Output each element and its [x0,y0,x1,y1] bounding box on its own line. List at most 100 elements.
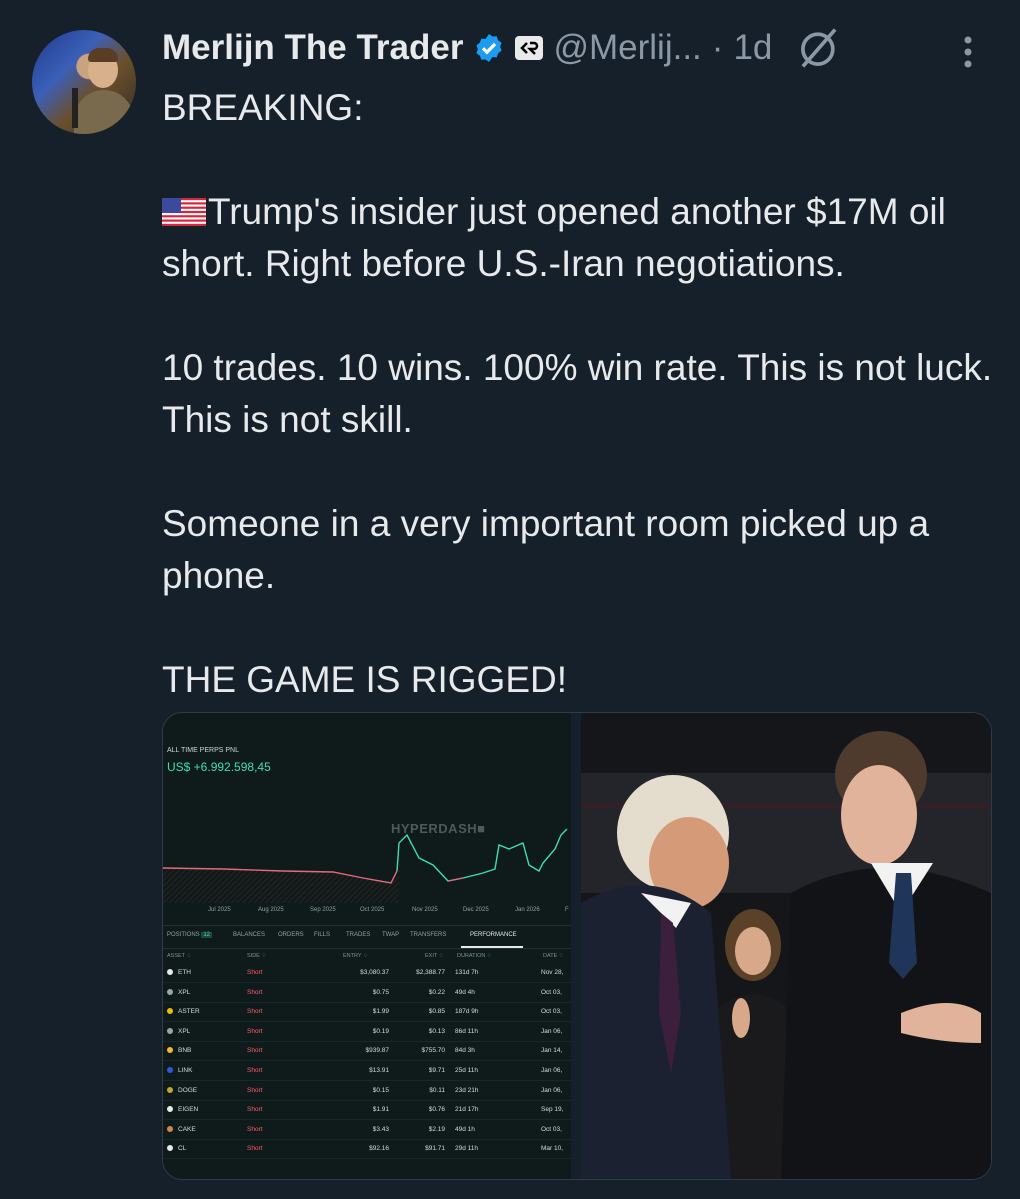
text-paragraph-insider: Trump's insider just opened another $17M… [162,186,1002,290]
text-line-breaking: BREAKING: [162,87,364,128]
coin-icon [167,1125,173,1132]
author-handle[interactable]: @Merlij... [553,28,701,68]
axis-month-4: Oct 2025 [360,907,385,913]
tweet[interactable]: Merlijn The Trader @Merlij... · 1d BREAK… [0,0,1020,1199]
tab-performance[interactable]: PERFORMANCE [470,932,517,938]
table-row[interactable]: CL Short $92.16 $91.71 29d 11h Mar 10, [163,1139,571,1160]
coin-icon [167,969,173,975]
cell-exit: $0.76 [428,1106,445,1114]
cell-side: Short [247,1008,263,1016]
post-time[interactable]: 1d [733,28,772,68]
cell-side: Short [247,1086,263,1094]
cell-duration: 86d 11h [455,1027,479,1035]
table-row[interactable]: ETH Short $3,080.37 $2,388.77 131d 7h Nov 28, [163,963,571,983]
table-row[interactable]: CAKE Short $3.43 $2.19 49d 1h Oct 03, [163,1120,571,1140]
cell-entry: $1.91 [372,1106,389,1114]
coin-icon [167,988,173,995]
cell-asset: ASTER [167,1008,200,1015]
table-row[interactable]: XPL Short $0.75 $0.22 49d 4h Oct 03, [163,983,571,1003]
cell-side: Short [247,1106,263,1114]
cell-date: Jan 06, [541,1027,563,1035]
pnl-line-negative-2 [447,877,464,882]
cell-exit: $2.19 [428,1125,445,1133]
author-avatar[interactable] [32,30,136,134]
cell-duration: 84d 3h [455,1047,475,1055]
cell-entry: $1.99 [372,1008,389,1016]
table-row[interactable]: DOGE Short $0.15 $0.11 23d 21h Jan 06, [163,1081,571,1101]
cell-entry: $92.16 [369,1145,389,1153]
cell-exit: $91.71 [425,1145,445,1153]
tweet-media[interactable]: ALL TIME PERPS PNL US$ +6.992.598,45 HYP… [162,712,992,1180]
table-row[interactable]: XPL Short $0.19 $0.13 86d 11h Jan 06, [163,1022,571,1042]
tab-fills[interactable]: FILLS [314,932,330,938]
axis-month-3: Sep 2025 [310,907,336,913]
cell-date: Oct 03, [541,988,562,996]
tweet-text: BREAKING: Trump's insider just opened an… [162,82,1002,706]
cell-exit: $2,388.77 [416,969,445,976]
asset-name: EIGEN [178,1106,199,1114]
header-side[interactable]: SIDE ♢ [247,953,266,959]
header-asset[interactable]: ASSET ♢ [167,953,191,959]
text-insider: Trump's insider just opened another $17M… [162,191,946,284]
event-photo[interactable] [581,713,991,1179]
axis-month-8: F [565,907,569,913]
pnl-line-chart [163,828,568,903]
coin-icon [167,1008,173,1015]
asset-name: XPL [178,1027,191,1035]
cell-duration: 21d 17h [455,1106,479,1114]
coin-icon [167,1047,173,1054]
cell-asset: EIGEN [167,1106,198,1113]
table-row[interactable]: LINK Short $13.91 $9.71 25d 11h Jan 06, [163,1061,571,1081]
cell-asset: BNB [167,1047,191,1054]
cell-entry: $0.15 [372,1086,389,1094]
cell-exit: $0.13 [428,1027,445,1035]
verified-badge-icon[interactable] [473,32,505,64]
text-trades: 10 trades. 10 wins. 100% win rate. This … [162,347,993,440]
table-row[interactable]: ASTER Short $1.99 $0.85 187d 9h Oct 03, [163,1002,571,1023]
header-entry[interactable]: ENTRY ♢ [343,953,368,959]
avatar-figure [74,90,134,134]
tab-transfers[interactable]: TRANSFERS [410,932,446,938]
author-name[interactable]: Merlijn The Trader [162,28,463,68]
pnl-screenshot-image[interactable]: ALL TIME PERPS PNL US$ +6.992.598,45 HYP… [163,713,571,1179]
tab-trades[interactable]: TRADES [346,932,370,938]
header-date[interactable]: DATE ♢ [543,953,564,959]
cell-side: Short [247,988,263,996]
cell-date: Jan 14, [541,1047,563,1055]
asset-name: CL [178,1145,187,1153]
tab-balances[interactable]: BALANCES [233,932,265,938]
cell-duration: 49d 1h [455,1125,475,1133]
cell-date: Sep 19, [541,1106,564,1114]
tab-orders[interactable]: ORDERS [278,932,304,938]
cell-side: Short [247,969,263,976]
cell-entry: $0.19 [372,1027,389,1035]
cell-entry: $13.91 [369,1067,389,1074]
photo-scene [581,713,991,1179]
cell-asset: CAKE [167,1125,196,1133]
avatar-hair [88,48,118,62]
affiliate-logo-shape [520,41,539,55]
axis-month-6: Dec 2025 [463,907,489,913]
tweet-header: Merlijn The Trader @Merlij... · 1d [162,26,842,70]
grok-icon[interactable] [796,25,842,71]
asset-name: BNB [178,1047,192,1055]
positions-count-badge: 12 [201,932,213,938]
cell-entry: $3.43 [372,1125,389,1133]
cell-asset: LINK [167,1067,192,1074]
cell-side: Short [247,1067,263,1074]
affiliate-badge-icon[interactable] [515,36,544,60]
cell-exit: $0.11 [429,1086,445,1094]
more-options-icon[interactable] [954,34,982,74]
table-row[interactable]: BNB Short $939.87 $755.70 84d 3h Jan 14, [163,1041,571,1062]
asset-name: ASTER [178,1008,200,1016]
tab-twap[interactable]: TWAP [382,932,399,938]
cell-asset: CL [167,1145,186,1152]
tab-positions[interactable]: POSITIONS 12 [167,932,213,938]
cell-date: Oct 03, [541,1008,562,1016]
axis-month-1: Jul 2025 [208,907,231,913]
active-tab-indicator [461,946,523,948]
header-duration[interactable]: DURATION ♢ [457,953,492,959]
cell-entry: $0.75 [372,988,389,996]
table-row[interactable]: EIGEN Short $1.91 $0.76 21d 17h Sep 19, [163,1100,571,1121]
header-exit[interactable]: EXIT ♢ [425,953,444,959]
